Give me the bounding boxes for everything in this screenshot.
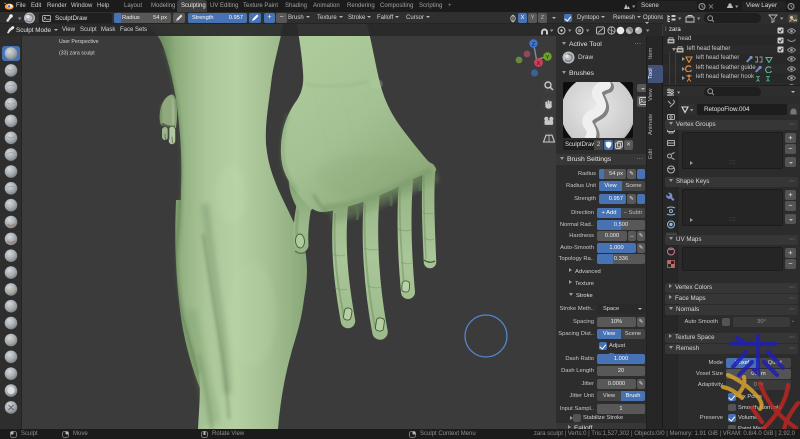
svg-text:(33) zara sculpt: (33) zara sculpt (59, 51, 95, 57)
svg-text:User Perspective: User Perspective (59, 39, 99, 45)
svg-text:Y: Y (546, 55, 550, 61)
svg-text:X: X (537, 61, 541, 67)
